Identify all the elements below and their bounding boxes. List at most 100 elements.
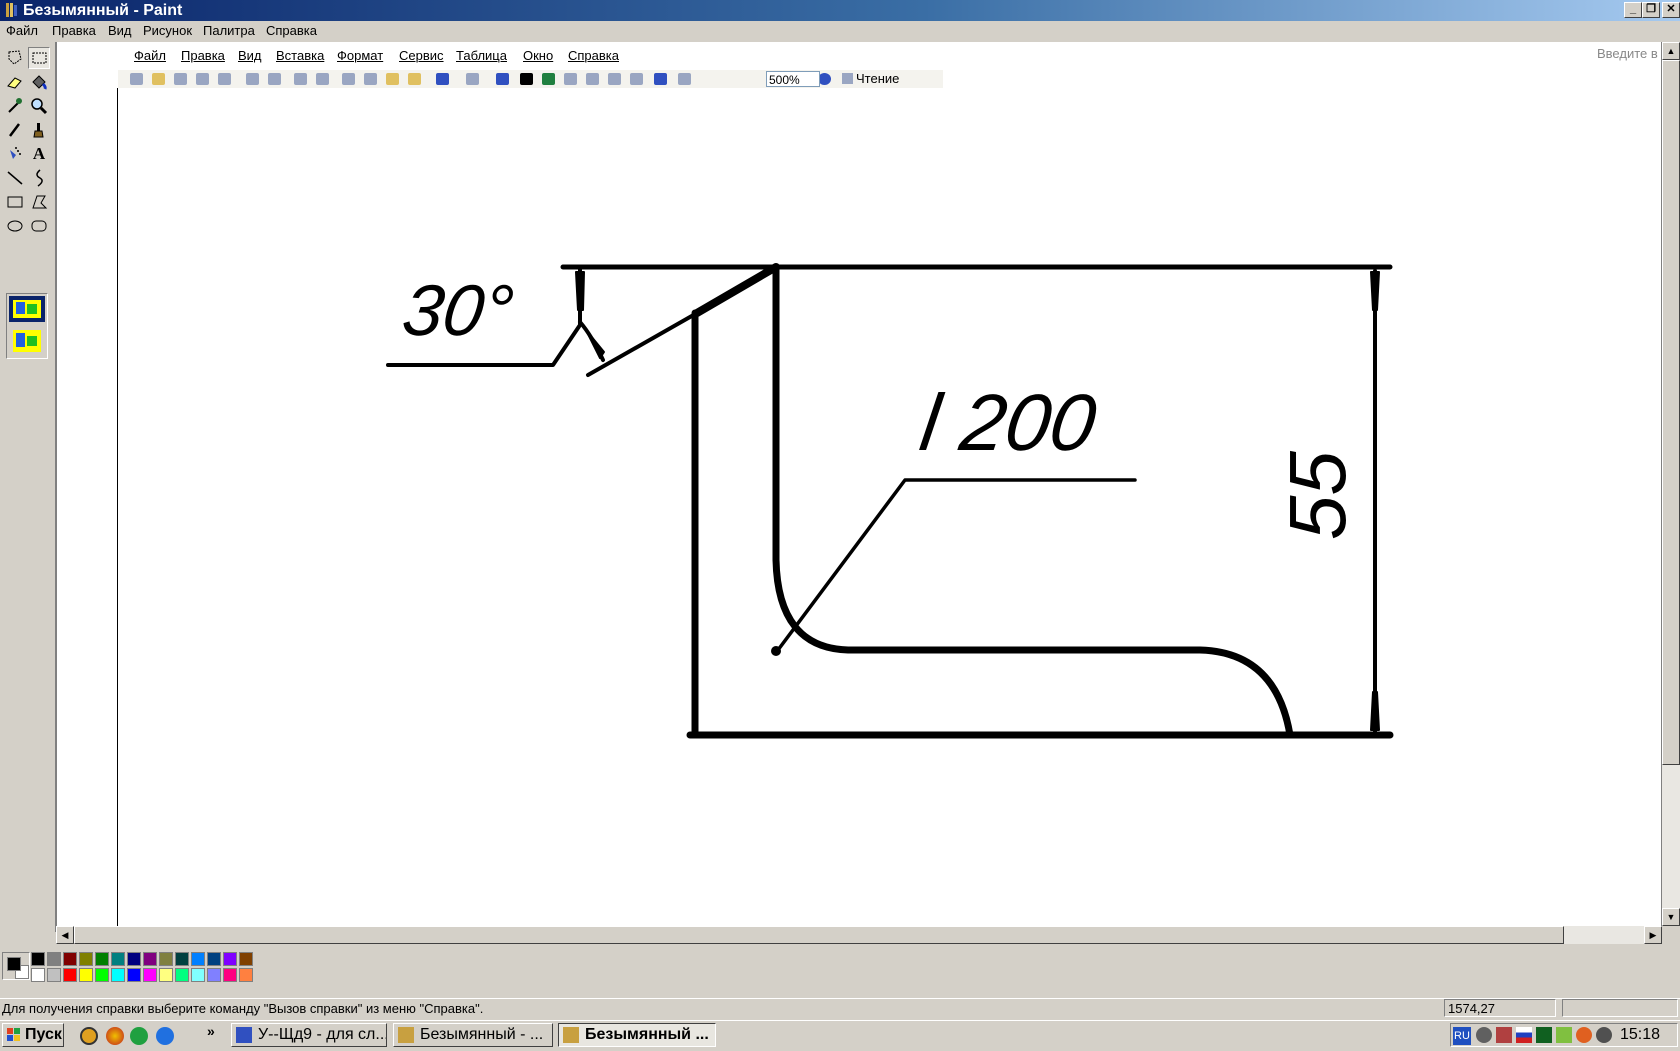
palette-swatch[interactable]: [79, 968, 93, 982]
title-bar[interactable]: [0, 0, 1680, 21]
palette-swatch[interactable]: [175, 968, 189, 982]
palette-swatch[interactable]: [47, 968, 61, 982]
palette-swatch[interactable]: [79, 952, 93, 966]
curve-tool[interactable]: [28, 167, 50, 189]
menu-image[interactable]: Рисунок: [143, 23, 192, 38]
scroll-left-button[interactable]: ◀: [56, 926, 74, 944]
word-menu-tools: Сервис: [399, 48, 444, 63]
format-painter-icon: [408, 73, 421, 85]
palette-swatch[interactable]: [111, 952, 125, 966]
quicklaunch-opera-icon[interactable]: [106, 1027, 124, 1045]
palette-swatch[interactable]: [127, 968, 141, 982]
task-label: Безымянный - ...: [420, 1026, 544, 1043]
eraser-tool[interactable]: [4, 71, 26, 93]
polygon-tool[interactable]: [28, 191, 50, 213]
tray-flag-icon[interactable]: [1516, 1027, 1532, 1043]
rounded-rect-tool[interactable]: [28, 215, 50, 237]
palette-swatch[interactable]: [111, 968, 125, 982]
quicklaunch-utorrent-icon[interactable]: [130, 1027, 148, 1045]
palette-swatch[interactable]: [223, 968, 237, 982]
palette-swatch[interactable]: [95, 968, 109, 982]
palette-swatch[interactable]: [207, 952, 221, 966]
quicklaunch-chevron[interactable]: »: [207, 1023, 215, 1039]
rect-select-icon: [32, 52, 47, 64]
restore-button[interactable]: ❐: [1642, 2, 1660, 18]
palette-swatch[interactable]: [63, 952, 77, 966]
copy-icon: [364, 73, 377, 85]
pencil-tool[interactable]: [4, 119, 26, 141]
horizontal-scroll-thumb[interactable]: [74, 926, 1564, 944]
reading-button-label: Чтение: [856, 71, 900, 86]
palette-swatch[interactable]: [159, 968, 173, 982]
drawing-icon: [608, 73, 621, 85]
rectangle-icon: [7, 196, 23, 208]
line-tool[interactable]: [4, 167, 26, 189]
minimize-button[interactable]: _: [1624, 2, 1642, 18]
palette-swatch[interactable]: [191, 952, 205, 966]
scroll-right-button[interactable]: ▶: [1644, 926, 1662, 944]
tray-battery-icon[interactable]: [1536, 1027, 1552, 1043]
scroll-up-button[interactable]: ▲: [1662, 42, 1680, 60]
palette-swatch[interactable]: [143, 952, 157, 966]
palette-swatch[interactable]: [63, 968, 77, 982]
language-indicator[interactable]: RU: [1453, 1027, 1471, 1045]
rect-select-tool[interactable]: [28, 47, 50, 69]
paragraph-icon: [678, 73, 691, 85]
quicklaunch-app1-icon[interactable]: [80, 1027, 98, 1045]
taskbar-paint-1[interactable]: Безымянный - ...: [393, 1023, 553, 1047]
magnifier-tool[interactable]: [28, 95, 50, 117]
tables-borders-icon: [520, 73, 533, 85]
palette-swatch[interactable]: [239, 952, 253, 966]
save-icon: [174, 73, 187, 85]
vertical-scroll-thumb[interactable]: [1662, 60, 1680, 765]
paint-icon: [563, 1027, 579, 1043]
rectangle-tool[interactable]: [4, 191, 26, 213]
paste-icon: [386, 73, 399, 85]
palette-swatch[interactable]: [31, 968, 45, 982]
text-tool[interactable]: A: [28, 143, 50, 165]
palette-swatch[interactable]: [239, 968, 253, 982]
drawing-canvas[interactable]: [57, 42, 1661, 926]
hyperlink-icon: [496, 73, 509, 85]
menu-file[interactable]: Файл: [6, 23, 38, 38]
start-button[interactable]: Пуск: [2, 1023, 64, 1047]
fill-tool[interactable]: [28, 71, 50, 93]
palette-swatch[interactable]: [143, 968, 157, 982]
tray-nvidia-icon[interactable]: [1556, 1027, 1572, 1043]
menu-colors[interactable]: Палитра: [203, 23, 255, 38]
tray-network-icon[interactable]: [1496, 1027, 1512, 1043]
airbrush-tool[interactable]: [4, 143, 26, 165]
brush-tool[interactable]: [28, 119, 50, 141]
pasted-word-menubar: Файл Правка Вид Вставка Формат Сервис Та…: [118, 44, 1661, 68]
show-hide-icon: [654, 73, 667, 85]
palette-swatch[interactable]: [127, 952, 141, 966]
palette-swatch[interactable]: [159, 952, 173, 966]
palette-swatch[interactable]: [47, 952, 61, 966]
menu-view[interactable]: Вид: [108, 23, 132, 38]
cut-icon: [342, 73, 355, 85]
tray-settings-icon[interactable]: [1476, 1027, 1492, 1043]
paint-app-icon: [6, 3, 17, 17]
tray-antivirus-icon[interactable]: [1576, 1027, 1592, 1043]
open-icon: [152, 73, 165, 85]
taskbar-paint-2[interactable]: Безымянный ...: [558, 1023, 716, 1047]
color-picker-tool[interactable]: [4, 95, 26, 117]
close-button[interactable]: ✕: [1662, 2, 1680, 18]
palette-swatch[interactable]: [223, 952, 237, 966]
ellipse-tool[interactable]: [4, 215, 26, 237]
window-title: Безымянный - Paint: [23, 2, 183, 19]
scroll-down-button[interactable]: ▼: [1662, 908, 1680, 926]
palette-swatch[interactable]: [207, 968, 221, 982]
transparency-options-icon[interactable]: [7, 294, 47, 358]
quicklaunch-ie-icon[interactable]: [156, 1027, 174, 1045]
free-select-tool[interactable]: [4, 47, 26, 69]
menu-edit[interactable]: Правка: [52, 23, 96, 38]
palette-swatch[interactable]: [175, 952, 189, 966]
palette-swatch[interactable]: [31, 952, 45, 966]
palette-swatch[interactable]: [191, 968, 205, 982]
tray-speaker-icon[interactable]: [1596, 1027, 1612, 1043]
palette-swatch[interactable]: [95, 952, 109, 966]
menu-help[interactable]: Справка: [266, 23, 317, 38]
current-colors: [2, 952, 30, 980]
taskbar-word-document[interactable]: У--Щд9 - для сл...: [231, 1023, 387, 1047]
